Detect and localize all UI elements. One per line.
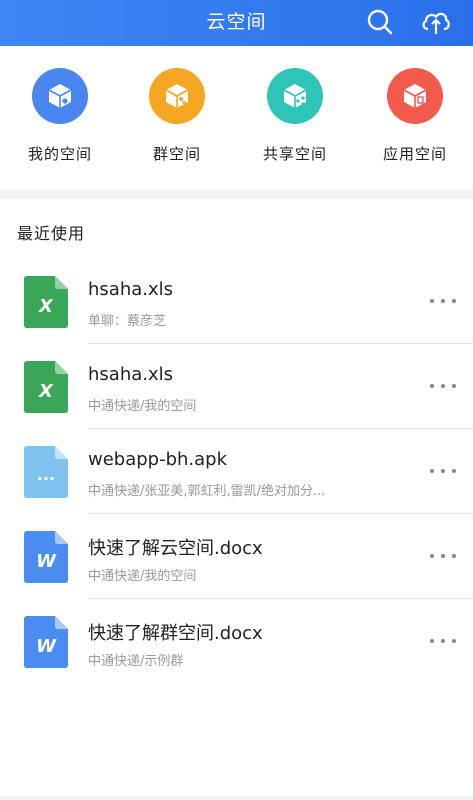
search-icon bbox=[367, 9, 393, 35]
list-item[interactable]: ... webapp-bh.apk 中通快递/张亚美,郭虹利,雷凯/绝对加分..… bbox=[0, 429, 473, 514]
excel-file-icon: X bbox=[24, 361, 68, 417]
list-item[interactable]: X hsaha.xls 中通快递/我的空间 bbox=[0, 344, 473, 429]
list-item[interactable]: W 快速了解群空间.docx 中通快递/示例群 bbox=[0, 599, 473, 684]
more-dot-icon bbox=[452, 469, 456, 473]
bottom-bar-edge bbox=[0, 796, 473, 800]
group-space-label: 群空间 bbox=[152, 145, 201, 163]
cloud-upload-button[interactable] bbox=[419, 5, 453, 39]
file-name: hsaha.xls bbox=[88, 364, 174, 385]
excel-file-icon: X bbox=[24, 276, 68, 332]
file-badge: ... bbox=[37, 465, 55, 484]
more-dot-icon bbox=[441, 639, 445, 643]
search-button[interactable] bbox=[363, 5, 397, 39]
section-divider bbox=[0, 190, 473, 199]
file-location: 单聊：蔡彦芝 bbox=[88, 314, 167, 329]
more-options-button[interactable] bbox=[430, 461, 456, 481]
more-options-button[interactable] bbox=[430, 631, 456, 651]
more-dot-icon bbox=[452, 639, 456, 643]
more-dot-icon bbox=[452, 299, 456, 303]
more-dot-icon bbox=[452, 554, 456, 558]
file-location: 中通快递/张亚美,郭虹利,雷凯/绝对加分... bbox=[88, 484, 326, 499]
generic-file-icon: ... bbox=[24, 446, 68, 502]
list-item[interactable]: X hsaha.xls 单聊：蔡彦芝 bbox=[0, 259, 473, 344]
file-name: webapp-bh.apk bbox=[88, 449, 228, 470]
page-title: 云空间 bbox=[206, 11, 267, 33]
file-location: 中通快递/示例群 bbox=[88, 654, 184, 669]
file-location: 中通快递/我的空间 bbox=[88, 399, 197, 414]
file-badge: W bbox=[36, 551, 57, 572]
recent-section-title: 最近使用 bbox=[17, 224, 86, 243]
list-item[interactable]: W 快速了解云空间.docx 中通快递/我的空间 bbox=[0, 514, 473, 599]
file-badge: X bbox=[38, 296, 54, 317]
space-categories: 我的空间 群空间 共享空间 应用空间 bbox=[0, 46, 473, 190]
recent-file-list: X hsaha.xls 单聊：蔡彦芝 X hsaha.xls 中通快递/我的空间… bbox=[0, 259, 473, 684]
more-dot-icon bbox=[441, 299, 445, 303]
my-space-icon bbox=[32, 68, 88, 124]
more-dot-icon bbox=[430, 469, 434, 473]
my-space-button[interactable]: 我的空间 bbox=[0, 68, 120, 164]
app-space-button[interactable]: 应用空间 bbox=[355, 68, 473, 164]
more-options-button[interactable] bbox=[430, 376, 456, 396]
more-dot-icon bbox=[441, 469, 445, 473]
group-space-button[interactable]: 群空间 bbox=[117, 68, 237, 164]
file-badge: X bbox=[38, 381, 54, 402]
cloud-upload-icon bbox=[422, 12, 450, 34]
app-space-icon bbox=[387, 68, 443, 124]
more-dot-icon bbox=[452, 384, 456, 388]
shared-space-label: 共享空间 bbox=[262, 145, 327, 163]
shared-space-button[interactable]: 共享空间 bbox=[235, 68, 355, 164]
file-name: 快速了解云空间.docx bbox=[88, 538, 263, 559]
file-badge: W bbox=[36, 636, 57, 657]
more-dot-icon bbox=[441, 554, 445, 558]
file-name: 快速了解群空间.docx bbox=[88, 623, 263, 644]
app-header: 云空间 bbox=[0, 0, 473, 46]
word-file-icon: W bbox=[24, 531, 68, 587]
my-space-label: 我的空间 bbox=[27, 145, 92, 163]
file-location: 中通快递/我的空间 bbox=[88, 569, 197, 584]
shared-space-icon bbox=[267, 68, 323, 124]
more-dot-icon bbox=[441, 384, 445, 388]
group-space-icon bbox=[149, 68, 205, 124]
more-options-button[interactable] bbox=[430, 291, 456, 311]
more-options-button[interactable] bbox=[430, 546, 456, 566]
more-dot-icon bbox=[430, 639, 434, 643]
more-dot-icon bbox=[430, 384, 434, 388]
app-space-label: 应用空间 bbox=[382, 145, 447, 163]
more-dot-icon bbox=[430, 299, 434, 303]
file-name: hsaha.xls bbox=[88, 279, 174, 300]
word-file-icon: W bbox=[24, 616, 68, 672]
more-dot-icon bbox=[430, 554, 434, 558]
